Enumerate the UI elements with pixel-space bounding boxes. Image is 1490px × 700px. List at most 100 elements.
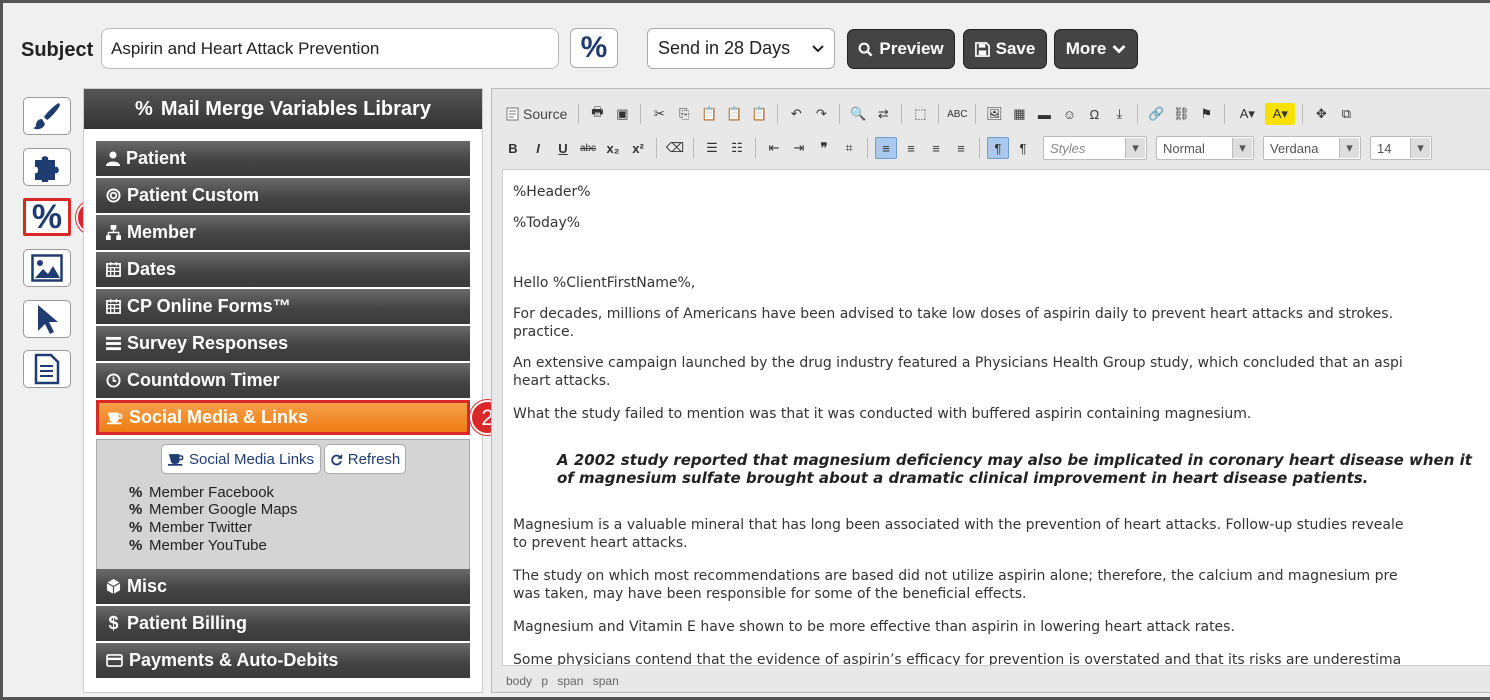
category-cp-online-forms[interactable]: CP Online Forms™ [96,289,470,324]
unlink-icon[interactable]: ⛓ [1170,103,1192,125]
format-combo[interactable]: Normal ▾ [1156,136,1254,160]
variable-item[interactable]: % Member Google Maps [129,501,297,518]
special-char-icon[interactable]: Ω [1083,103,1105,125]
select-tool-button[interactable] [23,300,71,338]
italic-icon[interactable]: I [527,137,549,159]
indent-icon[interactable]: ⇥ [788,137,810,159]
merge-variables-tool-button[interactable]: % [23,198,71,236]
toolbar-separator [901,104,903,124]
insert-variable-button[interactable]: % [570,28,618,68]
maximize-icon[interactable]: ✥ [1310,103,1332,125]
category-survey-responses[interactable]: Survey Responses [96,326,470,361]
social-media-links-button[interactable]: Social Media Links [161,444,321,474]
div-container-icon[interactable]: ⌗ [838,137,860,159]
design-tool-button[interactable] [23,97,71,135]
more-button[interactable]: More [1054,29,1138,69]
smiley-icon[interactable]: ☺ [1058,103,1080,125]
text-color-icon[interactable]: A▾ [1232,103,1262,125]
save-button[interactable]: Save [963,29,1047,69]
variable-item[interactable]: % Member Twitter [129,519,252,536]
strikethrough-icon[interactable]: abc [577,137,599,159]
preview-label: Preview [879,39,944,58]
dropdown-arrow-icon: ▾ [1125,138,1145,158]
paste-text-icon[interactable]: 📋 [723,103,745,125]
percent-icon: % [31,198,63,236]
category-dates[interactable]: Dates [96,252,470,287]
category-countdown-timer[interactable]: Countdown Timer [96,363,470,398]
format-value: Normal [1163,140,1205,156]
clock-icon [106,373,121,388]
category-member[interactable]: Member [96,215,470,250]
font-combo[interactable]: Verdana ▾ [1263,136,1361,160]
document-tool-button[interactable] [23,350,71,388]
calendar-icon [106,262,121,277]
undo-icon[interactable]: ↶ [785,103,807,125]
category-payments-auto-debits[interactable]: Payments & Auto-Debits [96,643,470,678]
show-blocks-icon[interactable]: ⧉ [1335,103,1357,125]
anchor-flag-icon[interactable]: ⚑ [1195,103,1217,125]
ltr-direction-icon[interactable]: ¶ [987,137,1009,159]
outdent-icon[interactable]: ⇤ [763,137,785,159]
cut-icon[interactable]: ✂ [648,103,670,125]
print-icon[interactable]: 🖶 [586,103,608,125]
horizontal-rule-icon[interactable]: ▬ [1033,103,1055,125]
link-icon[interactable]: 🔗 [1145,103,1167,125]
align-right-icon[interactable]: ≡ [925,137,947,159]
template-icon[interactable]: ▣ [611,103,633,125]
justify-icon[interactable]: ≡ [950,137,972,159]
category-social-media-links[interactable]: Social Media & Links [96,400,470,435]
toolbar-separator [640,104,642,124]
components-tool-button[interactable] [23,148,71,186]
content-line: to prevent heart attacks. [513,535,688,551]
send-timing-select[interactable]: Send in 28 Days [647,28,835,69]
refresh-button[interactable]: Refresh [324,444,406,474]
subscript-icon[interactable]: x₂ [602,137,624,159]
redo-icon[interactable]: ↷ [810,103,832,125]
content-line: Magnesium and Vitamin E have shown to be… [513,619,1235,635]
rtl-direction-icon[interactable]: ¶ [1012,137,1034,159]
spellcheck-icon[interactable]: ABC [946,103,968,125]
styles-combo[interactable]: Styles ▾ [1043,136,1147,160]
align-center-icon[interactable]: ≡ [900,137,922,159]
document-icon [34,353,60,385]
table-icon[interactable]: ▦ [1008,103,1030,125]
underline-icon[interactable]: U [552,137,574,159]
image-tool-button[interactable] [23,249,71,287]
category-patient-custom[interactable]: Patient Custom [96,178,470,213]
merge-variables-library: % Mail Merge Variables Library Patient P… [83,88,483,693]
source-button[interactable]: Source [502,106,571,122]
subject-input[interactable] [101,28,559,69]
image-icon[interactable]: 🖼 [983,103,1005,125]
percent-icon: % [129,501,143,518]
category-misc[interactable]: Misc [96,569,470,604]
variable-item[interactable]: % Member YouTube [129,537,267,554]
element-path-status: body p span span [506,674,619,688]
select-all-icon[interactable]: ⬚ [909,103,931,125]
paste-icon[interactable]: 📋 [698,103,720,125]
font-size-combo[interactable]: 14 ▾ [1370,136,1432,160]
bulleted-list-icon[interactable]: ☷ [726,137,748,159]
category-label: Payments & Auto-Debits [129,650,339,670]
paste-word-icon[interactable]: 📋 [748,103,770,125]
email-editor: Source 🖶 ▣ ✂ ⎘ 📋 📋 📋 ↶ ↷ 🔍 ⇄ ⬚ ABC 🖼 ▦ ▬ [491,88,1490,693]
remove-format-icon[interactable]: ⌫ [664,137,686,159]
numbered-list-icon[interactable]: ☰ [701,137,723,159]
toolbar-separator [693,138,694,158]
editor-content[interactable]: %Header% %Today% Hello %ClientFirstName%… [502,169,1490,666]
find-icon[interactable]: 🔍 [847,103,869,125]
category-patient-billing[interactable]: $ Patient Billing [96,606,470,641]
toolbar-separator [839,104,841,124]
bold-icon[interactable]: B [502,137,524,159]
category-patient[interactable]: Patient [96,141,470,176]
replace-icon[interactable]: ⇄ [872,103,894,125]
preview-button[interactable]: Preview [847,29,955,69]
app-frame: Subject % Send in 28 Days Preview Save M… [0,0,1490,700]
align-left-icon[interactable]: ≡ [875,137,897,159]
blockquote-icon[interactable]: ❞ [813,137,835,159]
variable-item[interactable]: % Member Facebook [129,484,274,501]
page-break-icon[interactable]: ⤓ [1108,103,1130,125]
superscript-icon[interactable]: x² [627,137,649,159]
background-color-icon[interactable]: A▾ [1265,103,1296,125]
copy-icon[interactable]: ⎘ [673,103,695,125]
quote-line: of magnesium sulfate brought about a dra… [557,469,1369,487]
